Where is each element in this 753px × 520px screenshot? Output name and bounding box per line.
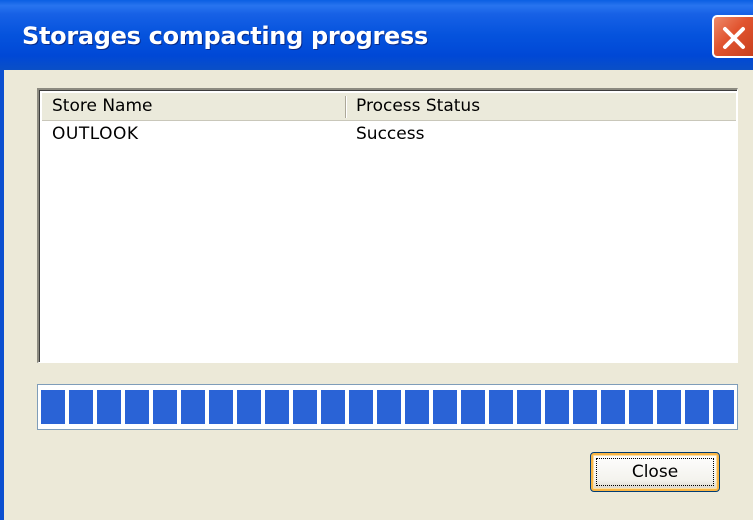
dialog-window: Storages compacting progress Store Name … [0, 0, 753, 520]
close-icon [723, 27, 745, 49]
cell-process-status: Success [356, 124, 425, 144]
close-button[interactable]: Close [590, 452, 720, 492]
store-list[interactable]: Store Name Process Status OUTLOOK Succes… [37, 88, 738, 363]
title-bar[interactable]: Storages compacting progress [0, 0, 753, 70]
title-close-button[interactable] [712, 15, 753, 58]
window-title: Storages compacting progress [22, 22, 428, 50]
column-divider[interactable] [345, 96, 346, 118]
list-header: Store Name Process Status [42, 93, 736, 121]
column-header-process-status[interactable]: Process Status [356, 93, 480, 120]
cell-store-name: OUTLOOK [52, 124, 139, 144]
window-border [0, 70, 4, 520]
list-row[interactable]: OUTLOOK Success [42, 123, 736, 145]
progress-bar [37, 384, 738, 430]
progress-fill [41, 390, 734, 424]
close-button-label: Close [631, 462, 679, 482]
column-header-store-name[interactable]: Store Name [52, 93, 153, 120]
progress-track [41, 390, 734, 424]
